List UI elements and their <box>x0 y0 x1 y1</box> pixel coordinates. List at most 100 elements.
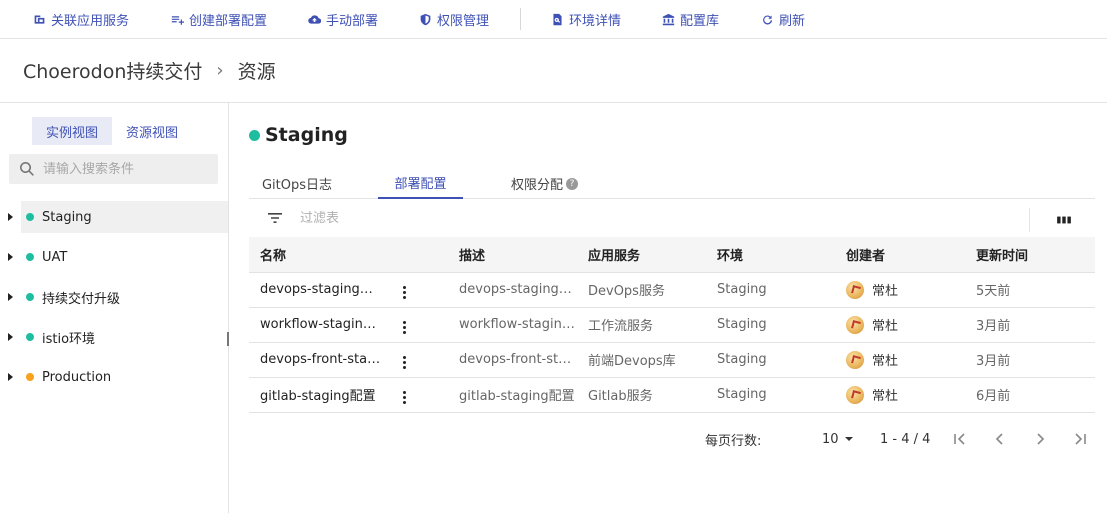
status-dot <box>249 129 260 141</box>
more-actions-icon[interactable] <box>399 319 410 336</box>
column-header-creator[interactable]: 创建者 <box>835 237 965 273</box>
help-icon[interactable]: ? <box>566 177 578 190</box>
config-updated: 3月前 <box>965 342 1095 378</box>
tree-item-staging[interactable]: Staging <box>0 197 228 237</box>
tab-instance-view[interactable]: 实例视图 <box>32 117 113 145</box>
config-service: Gitlab服务 <box>577 377 706 413</box>
sidebar-resize-handle[interactable] <box>227 332 229 346</box>
config-library-button[interactable]: 配置库 <box>662 10 719 29</box>
config-description: gitlab-staging配置 <box>448 377 577 413</box>
chevron-right-icon: › <box>216 60 224 81</box>
creator: 常杜 <box>846 315 965 334</box>
config-description: workflow-stagin… <box>448 307 577 343</box>
creator: 常杜 <box>846 385 965 404</box>
table-row[interactable]: devops-front-sta… devops-front-sta… 前端De… <box>249 342 1095 378</box>
caret-right-icon[interactable] <box>8 373 13 381</box>
file-search-icon <box>553 13 562 25</box>
toolbar-divider <box>520 8 521 30</box>
caret-right-icon[interactable] <box>8 253 13 261</box>
config-updated: 5天前 <box>965 272 1095 308</box>
more-actions-icon[interactable] <box>399 389 410 406</box>
search-input[interactable] <box>43 161 203 177</box>
tree-item-production[interactable]: Production <box>0 357 228 397</box>
tree-item-continuous-delivery-upgrade[interactable]: 持续交付升级 <box>0 277 228 317</box>
tree-item-label: 持续交付升级 <box>42 291 121 307</box>
link-service-button[interactable]: 关联应用服务 <box>33 10 129 29</box>
caret-right-icon[interactable] <box>8 213 13 221</box>
first-page-icon <box>954 433 965 445</box>
last-page-icon <box>1075 433 1086 445</box>
chevron-right-icon <box>1037 433 1045 445</box>
creator: 常杜 <box>846 350 965 369</box>
avatar <box>846 385 864 404</box>
breadcrumb-project[interactable]: Choerodon持续交付 <box>23 57 202 84</box>
column-settings-icon[interactable] <box>1056 212 1072 228</box>
environment-name: Staging <box>265 124 348 146</box>
environment-tree: Staging UAT 持续交付升级 istio环境 Production <box>0 197 228 397</box>
rows-per-page-label: 每页行数: <box>705 433 762 449</box>
refresh-icon <box>763 14 773 24</box>
tab-permission-assignment[interactable]: 权限分配 ? <box>502 168 587 199</box>
previous-page-button[interactable] <box>991 430 1009 448</box>
environment-details-button[interactable]: 环境详情 <box>551 10 621 29</box>
create-deploy-config-button[interactable]: 创建部署配置 <box>171 10 267 29</box>
table-header-row: 名称 描述 应用服务 环境 创建者 更新时间 <box>249 237 1095 273</box>
creator: 常杜 <box>846 280 965 299</box>
permission-management-button[interactable]: 权限管理 <box>419 10 489 29</box>
page-size-select[interactable]: 10 <box>822 432 853 447</box>
avatar <box>846 280 864 299</box>
next-page-button[interactable] <box>1031 430 1049 448</box>
column-header-updated[interactable]: 更新时间 <box>965 237 1095 273</box>
breadcrumb: Choerodon持续交付 › 资源 <box>0 39 1107 103</box>
column-header-service[interactable]: 应用服务 <box>577 237 706 273</box>
tab-deploy-config[interactable]: 部署配置 <box>378 168 463 199</box>
more-actions-icon[interactable] <box>399 354 410 371</box>
environment-sidebar: 实例视图 资源视图 Staging UAT 持续交付升级 <box>0 103 229 513</box>
filter-icon[interactable] <box>267 210 283 226</box>
tree-item-uat[interactable]: UAT <box>0 237 228 277</box>
caret-right-icon[interactable] <box>8 293 13 301</box>
refresh-button[interactable]: 刷新 <box>761 10 805 29</box>
config-name[interactable]: gitlab-staging配置 <box>249 377 388 413</box>
tree-item-label: UAT <box>42 249 68 265</box>
shield-icon <box>420 13 431 25</box>
tree-item-label: Production <box>42 369 112 385</box>
filter-input[interactable] <box>300 210 500 226</box>
tree-item-istio[interactable]: istio环境 <box>0 317 228 357</box>
config-name[interactable]: devops-staging… <box>249 272 388 308</box>
column-header-environment[interactable]: 环境 <box>706 237 835 273</box>
config-service: DevOps服务 <box>577 272 706 308</box>
first-page-button[interactable] <box>951 430 969 448</box>
config-updated: 6月前 <box>965 377 1095 413</box>
config-environment: Staging <box>706 377 835 413</box>
status-dot <box>26 373 34 381</box>
caret-right-icon[interactable] <box>8 333 13 341</box>
column-header-description[interactable]: 描述 <box>448 237 577 273</box>
table-row[interactable]: gitlab-staging配置 gitlab-staging配置 Gitlab… <box>249 377 1095 413</box>
config-name[interactable]: workflow-stagin… <box>249 307 388 343</box>
manual-deploy-button[interactable]: 手动部署 <box>308 10 378 29</box>
column-header-name[interactable]: 名称 <box>249 237 388 273</box>
playlist-add-icon <box>171 15 184 25</box>
config-updated: 3月前 <box>965 307 1095 343</box>
config-service: 工作流服务 <box>577 307 706 343</box>
config-environment: Staging <box>706 272 835 308</box>
view-tabs: 实例视图 资源视图 <box>32 117 192 145</box>
tab-gitops-log[interactable]: GitOps日志 <box>249 168 345 199</box>
tree-item-label: istio环境 <box>42 331 96 347</box>
table-row[interactable]: workflow-stagin… workflow-stagin… 工作流服务 … <box>249 307 1095 343</box>
last-page-button[interactable] <box>1071 430 1089 448</box>
more-actions-icon[interactable] <box>399 284 410 301</box>
config-name[interactable]: devops-front-sta… <box>249 342 388 378</box>
status-dot <box>26 293 34 301</box>
config-environment: Staging <box>706 307 835 343</box>
page-title: 资源 <box>237 61 276 83</box>
config-description: devops-front-sta… <box>448 342 577 378</box>
config-description: devops-staging… <box>448 272 577 308</box>
dropdown-arrow-icon <box>844 437 853 441</box>
table-row[interactable]: devops-staging… devops-staging… DevOps服务… <box>249 272 1095 308</box>
status-dot <box>26 333 34 341</box>
config-service: 前端Devops库 <box>577 342 706 378</box>
tab-resource-view[interactable]: 资源视图 <box>112 117 192 145</box>
tree-item-label: Staging <box>42 209 92 225</box>
